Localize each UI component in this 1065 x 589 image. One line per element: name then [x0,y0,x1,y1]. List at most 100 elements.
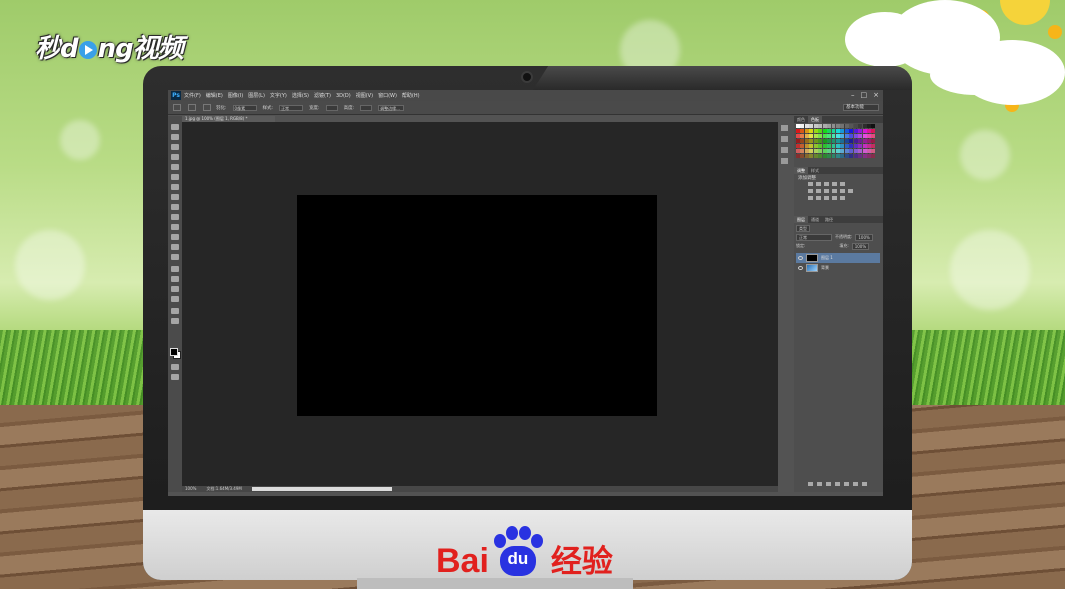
black-white-icon[interactable] [824,189,829,193]
hue-sat-icon[interactable] [808,189,813,193]
threshold-icon[interactable] [824,196,829,200]
add-selection-icon[interactable] [203,104,211,111]
move-tool-icon[interactable] [171,124,179,130]
lasso-tool-icon[interactable] [171,144,179,150]
healing-tool-icon[interactable] [171,184,179,190]
shape-tool-icon[interactable] [171,296,179,302]
selective-color-icon[interactable] [840,196,845,200]
refine-edge-button[interactable]: 调整边缘... [378,104,405,111]
black-canvas[interactable] [297,195,657,416]
gradient-map-icon[interactable] [832,196,837,200]
foreground-color-swatch[interactable] [170,348,178,356]
layer-panel-footer [808,482,867,486]
photo-filter-icon[interactable] [832,189,837,193]
brightness-icon[interactable] [808,182,813,186]
hand-tool-icon[interactable] [171,308,179,314]
menu-filter[interactable]: 滤镜(T) [314,92,331,99]
width-input[interactable] [325,104,338,111]
color-lookup-icon[interactable] [848,189,853,193]
link-layers-icon[interactable] [808,482,813,486]
menu-view[interactable]: 视图(V) [356,92,373,99]
levels-icon[interactable] [816,182,821,186]
menu-file[interactable]: 文件(F) [184,92,201,99]
marquee-preset-icon[interactable] [173,104,181,111]
layer-lock-row: 锁定: 填充: 100% [796,242,880,250]
adjustment-layer-icon[interactable] [835,482,840,486]
tab-styles[interactable]: 样式 [808,167,822,174]
gradient-tool-icon[interactable] [171,234,179,240]
lock-label: 锁定: [796,243,806,248]
exposure-icon[interactable] [832,182,837,186]
workspace-select[interactable]: 基本功能 [843,104,879,111]
crop-tool-icon[interactable] [171,164,179,170]
posterize-icon[interactable] [816,196,821,200]
quick-mask-icon[interactable] [171,364,179,370]
curves-icon[interactable] [824,182,829,186]
vibrance-icon[interactable] [840,182,845,186]
dodge-tool-icon[interactable] [171,254,179,260]
minimize-button[interactable]: – [851,91,855,99]
history-panel-icon[interactable] [781,125,788,131]
add-mask-icon[interactable] [826,482,831,486]
character-panel-icon[interactable] [781,158,788,164]
blur-tool-icon[interactable] [171,244,179,250]
webcam [521,71,533,83]
fill-input[interactable]: 100% [851,242,870,250]
tab-adjustments[interactable]: 调整 [794,167,808,174]
layer-name: 背景 [821,265,829,270]
tab-swatches[interactable]: 色板 [808,116,822,123]
zoom-tool-icon[interactable] [171,318,179,324]
menu-select[interactable]: 选择(S) [292,92,309,99]
properties-panel-icon[interactable] [781,136,788,142]
info-panel-icon[interactable] [781,147,788,153]
horizontal-scrollbar[interactable] [251,487,392,491]
clone-stamp-tool-icon[interactable] [171,204,179,210]
eraser-tool-icon[interactable] [171,224,179,230]
pen-tool-icon[interactable] [171,266,179,272]
eye-icon[interactable] [798,266,803,270]
group-icon[interactable] [844,482,849,486]
menu-image[interactable]: 图像(I) [228,92,243,99]
menu-edit[interactable]: 编辑(E) [206,92,223,99]
path-select-tool-icon[interactable] [171,286,179,292]
quick-select-tool-icon[interactable] [171,154,179,160]
menu-help[interactable]: 帮助(H) [402,92,420,99]
zoom-level[interactable]: 100% [185,486,196,492]
history-brush-tool-icon[interactable] [171,214,179,220]
type-tool-icon[interactable] [171,276,179,282]
blend-mode-select[interactable]: 正常 [796,233,832,241]
style-select[interactable]: 正常 [279,104,304,111]
tab-channels[interactable]: 通道 [808,216,822,223]
tab-paths[interactable]: 路径 [822,216,836,223]
height-input[interactable] [360,104,373,111]
close-button[interactable]: × [873,91,879,99]
menu-type[interactable]: 文字(Y) [270,92,287,99]
marquee-tool-icon[interactable] [171,134,179,140]
screen-mode-icon[interactable] [171,374,179,380]
menu-layer[interactable]: 图层(L) [248,92,265,99]
layer-row[interactable]: 图层 1 [796,253,880,263]
layer-kind-select[interactable]: 类型 [796,224,810,232]
eyedropper-tool-icon[interactable] [171,174,179,180]
eye-icon[interactable] [798,256,803,260]
tab-layers[interactable]: 图层 [794,216,808,223]
layer-row[interactable]: 背景 [796,263,880,273]
menu-window[interactable]: 窗口(W) [378,92,397,99]
maximize-button[interactable]: □ [861,91,868,99]
new-layer-icon[interactable] [853,482,858,486]
channel-mixer-icon[interactable] [840,189,845,193]
invert-icon[interactable] [808,196,813,200]
new-selection-icon[interactable] [188,104,196,111]
trash-icon[interactable] [862,482,867,486]
menu-3d[interactable]: 3D(D) [336,93,351,99]
tab-color[interactable]: 颜色 [794,116,808,123]
feather-input[interactable]: 0像素 [232,104,257,111]
color-swatches-grid[interactable] [796,124,876,158]
opacity-input[interactable]: 100% [855,233,873,241]
adjustment-icons [808,182,868,203]
grass [0,330,150,410]
color-balance-icon[interactable] [816,189,821,193]
layer-thumbnail [806,254,818,262]
fx-icon[interactable] [817,482,822,486]
brush-tool-icon[interactable] [171,194,179,200]
